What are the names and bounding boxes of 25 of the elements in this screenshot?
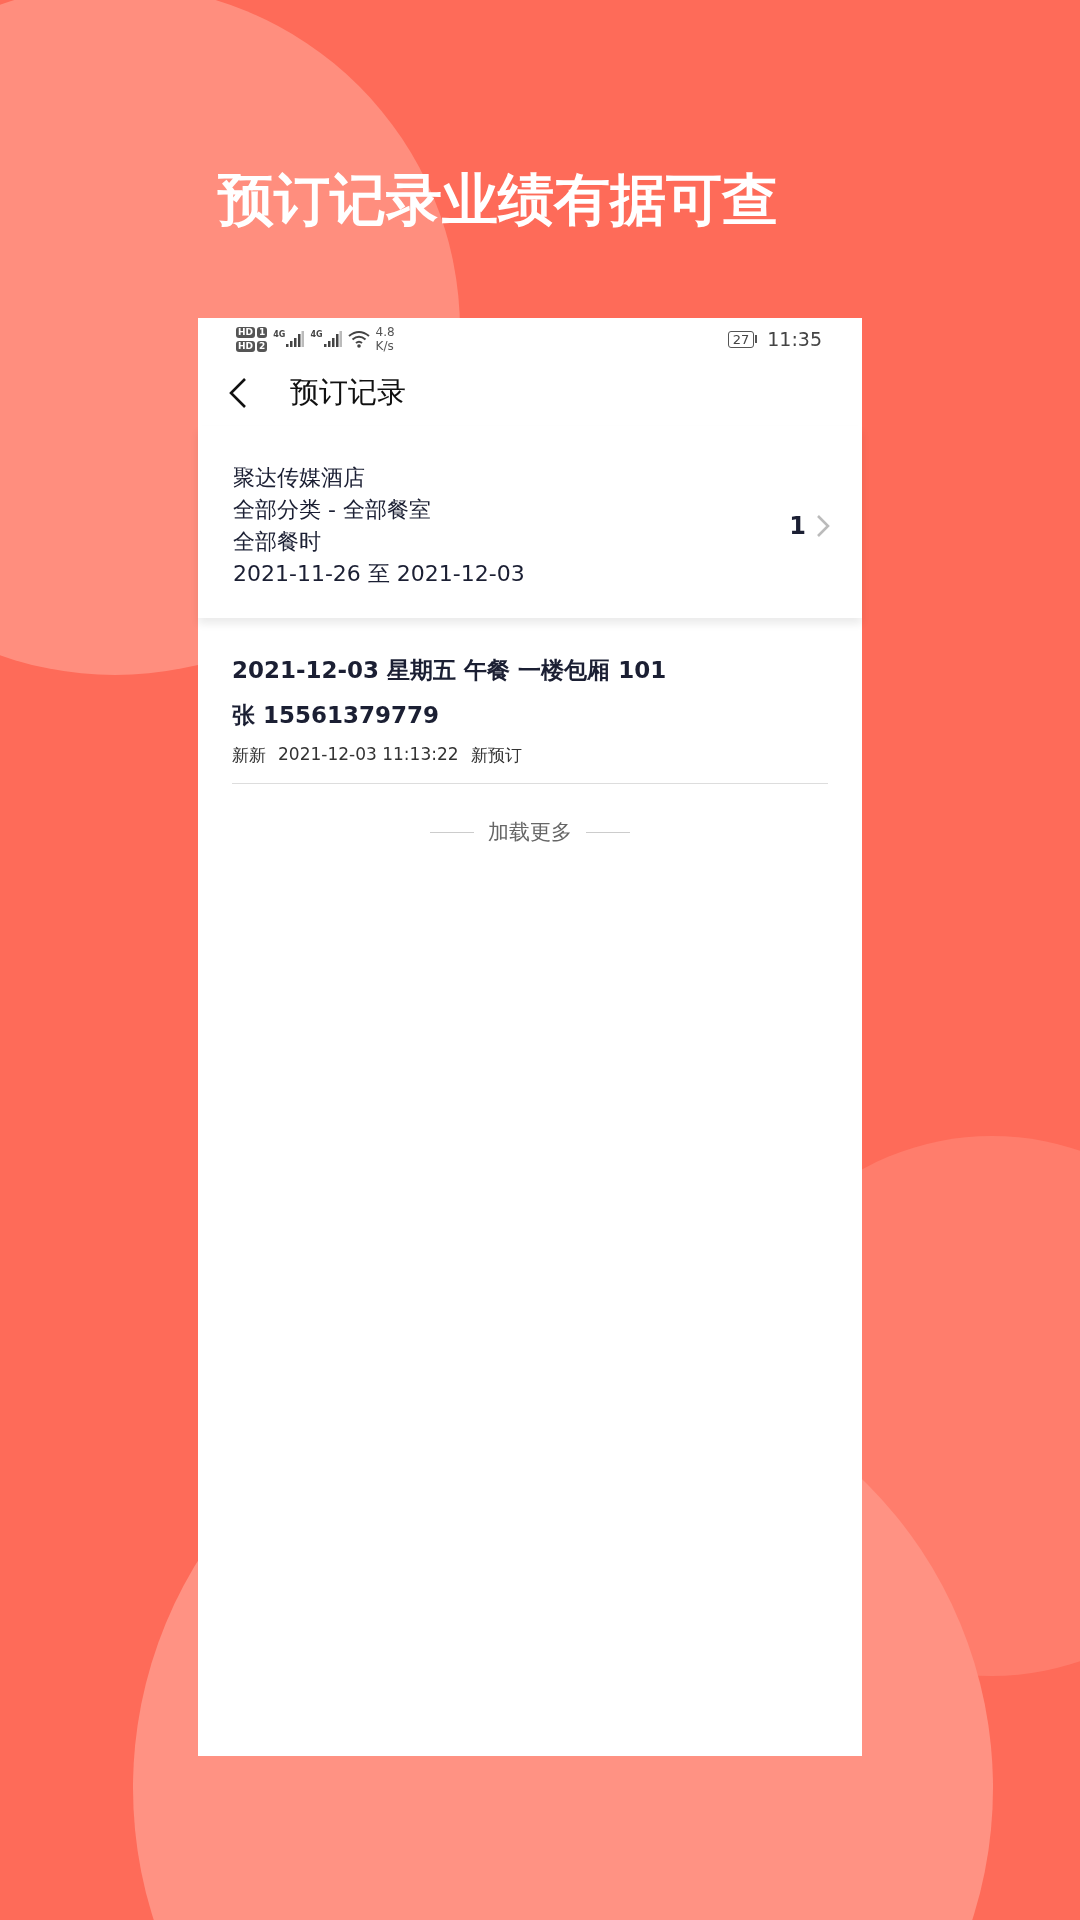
filter-text: 聚达传媒酒店 bbox=[233, 464, 366, 492]
network-label: 4G bbox=[273, 330, 286, 339]
signal-icon bbox=[286, 330, 305, 348]
network-label: 4G bbox=[310, 330, 323, 339]
battery-icon: 27 bbox=[727, 330, 758, 348]
page-title: 预订记录 bbox=[290, 374, 406, 411]
status-time: 11:35 bbox=[767, 328, 822, 350]
record-contact: 张 15561379779 bbox=[232, 701, 440, 730]
filter-text: 2021-11-26 至 2021-12-03 bbox=[233, 560, 526, 588]
record-meta: 新预订 bbox=[470, 744, 522, 767]
record-title[interactable]: 2021-12-03 星期五 午餐 一楼包厢 101 bbox=[232, 648, 667, 693]
load-more-link[interactable]: 加载更多 bbox=[488, 818, 572, 846]
filter-card[interactable]: 聚达传媒酒店 全部分类 - 全部餐室 全部餐时 2021-11-26 至 2021-12-03 1 bbox=[198, 426, 862, 618]
record-count: 1 bbox=[789, 512, 806, 540]
headline: 预订记录业绩有据可查 bbox=[218, 166, 778, 234]
back-icon[interactable] bbox=[228, 377, 248, 409]
record-meta: 2021-12-03 11:13:22 bbox=[278, 744, 459, 766]
record-meta: 新新 bbox=[232, 744, 266, 767]
chevron-right-icon bbox=[816, 514, 830, 538]
speed-value: 4.8 bbox=[375, 325, 395, 339]
wifi-icon bbox=[347, 330, 370, 348]
filter-text: 全部餐时 bbox=[233, 528, 322, 556]
speed-unit: K/s bbox=[375, 339, 395, 353]
filter-text: 全部分类 - 全部餐室 bbox=[233, 496, 432, 524]
signal-icon bbox=[323, 330, 342, 348]
